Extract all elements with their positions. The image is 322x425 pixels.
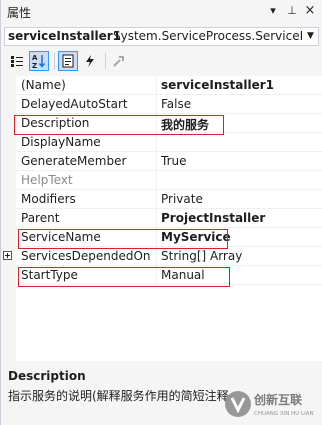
property-value[interactable]: Private — [161, 192, 203, 206]
property-value[interactable]: serviceInstaller1 — [161, 78, 274, 92]
property-name: ServicesDependedOn — [21, 249, 151, 263]
categorized-icon[interactable] — [7, 51, 27, 71]
properties-icon[interactable] — [58, 51, 78, 71]
property-value[interactable]: False — [161, 97, 191, 111]
svg-text:CHUANG XIN HU LIAN: CHUANG XIN HU LIAN — [254, 411, 314, 417]
watermark-logo: 创新互联 CHUANG XIN HU LIAN — [223, 387, 321, 421]
property-name: GenerateMember — [21, 154, 127, 168]
toolbar: A Z — [1, 49, 322, 74]
property-row[interactable]: DisplayName — [16, 133, 322, 152]
description-title: Description — [8, 369, 86, 383]
property-name: HelpText — [21, 173, 73, 187]
property-row[interactable]: ServicesDependedOn String[] Array — [3, 247, 322, 266]
property-name: Parent — [21, 211, 60, 225]
property-row[interactable]: GenerateMember True — [16, 152, 322, 171]
alphabetical-icon[interactable]: A Z — [29, 51, 49, 71]
property-value[interactable]: MyService — [161, 230, 231, 244]
properties-window: 属性 ▾ ⊥ × serviceInstaller1 System.Servic… — [0, 0, 322, 425]
property-row[interactable]: Modifiers Private — [16, 190, 322, 209]
property-name: ServiceName — [21, 230, 101, 244]
property-pages-icon[interactable] — [109, 51, 129, 71]
grid-gutter — [1, 76, 16, 361]
property-row[interactable]: Description 我的服务 — [16, 114, 322, 133]
property-name: StartType — [21, 268, 78, 282]
chevron-down-icon[interactable]: ▼ — [303, 28, 318, 45]
property-value[interactable]: String[] Array — [161, 249, 242, 263]
property-row[interactable]: StartType Manual — [16, 266, 322, 285]
property-row[interactable]: Parent ProjectInstaller — [16, 209, 322, 228]
pin-icon[interactable]: ⊥ — [285, 4, 299, 18]
property-grid: (Name) serviceInstaller1 DelayedAutoStart F… — [1, 76, 322, 361]
events-icon[interactable] — [80, 51, 100, 71]
svg-text:A: A — [32, 54, 38, 62]
object-selector[interactable]: serviceInstaller1 System.ServiceProcess.… — [4, 27, 319, 46]
close-icon[interactable]: × — [303, 4, 317, 18]
expand-icon[interactable] — [3, 251, 12, 260]
property-row[interactable]: HelpText — [16, 171, 322, 190]
property-name: Modifiers — [21, 192, 76, 206]
property-value[interactable]: 我的服务 — [161, 116, 209, 133]
property-row[interactable]: DelayedAutoStart False — [16, 95, 322, 114]
property-row[interactable]: (Name) serviceInstaller1 — [16, 76, 322, 95]
property-row[interactable]: ServiceName MyService — [16, 228, 322, 247]
property-name: Description — [21, 116, 90, 130]
window-dropdown-icon[interactable]: ▾ — [266, 4, 280, 18]
property-value[interactable]: Manual — [161, 268, 205, 282]
description-text: 指示服务的说明(解释服务作用的简短注释 — [8, 389, 229, 403]
description-panel: Description 指示服务的说明(解释服务作用的简短注释 创新互联 CHU… — [1, 364, 322, 425]
property-value[interactable]: ProjectInstaller — [161, 211, 265, 225]
title-bar: 属性 ▾ ⊥ × — [1, 0, 322, 24]
svg-text:创新互联: 创新互联 — [253, 392, 302, 407]
object-name: serviceInstaller1 — [8, 29, 122, 43]
property-name: (Name) — [21, 78, 66, 92]
window-title: 属性 — [7, 6, 32, 20]
property-name: DisplayName — [21, 135, 101, 149]
property-value[interactable]: True — [161, 154, 187, 168]
svg-text:Z: Z — [32, 62, 37, 69]
property-name: DelayedAutoStart — [21, 97, 128, 111]
object-type: System.ServiceProcess.ServiceInst — [113, 29, 319, 43]
